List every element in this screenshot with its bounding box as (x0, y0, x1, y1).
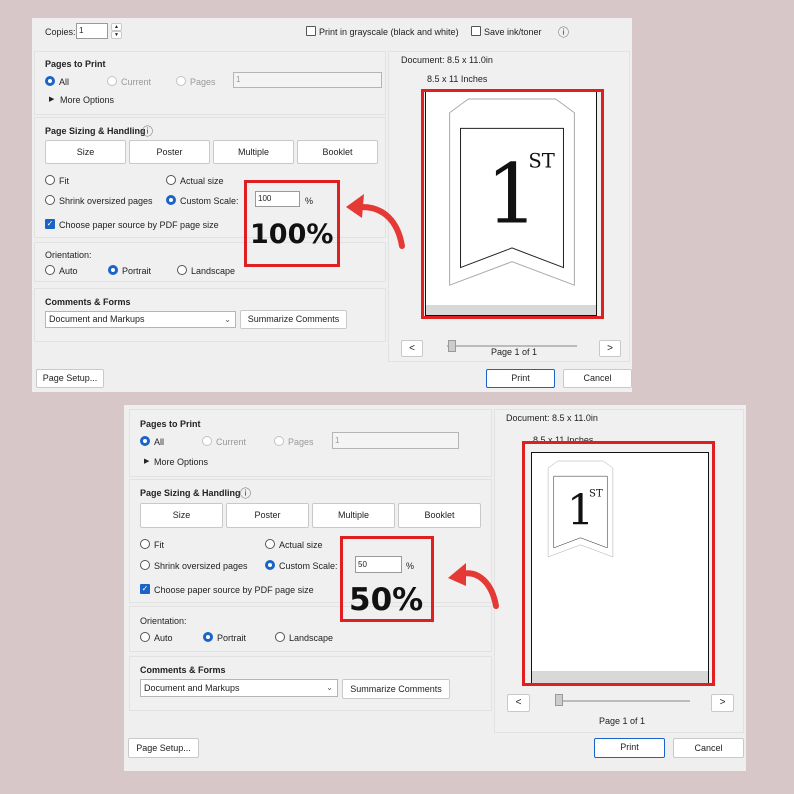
annotation-arrows (346, 194, 499, 609)
curved-arrow-icon (448, 563, 499, 609)
curved-arrow-icon (346, 194, 405, 249)
